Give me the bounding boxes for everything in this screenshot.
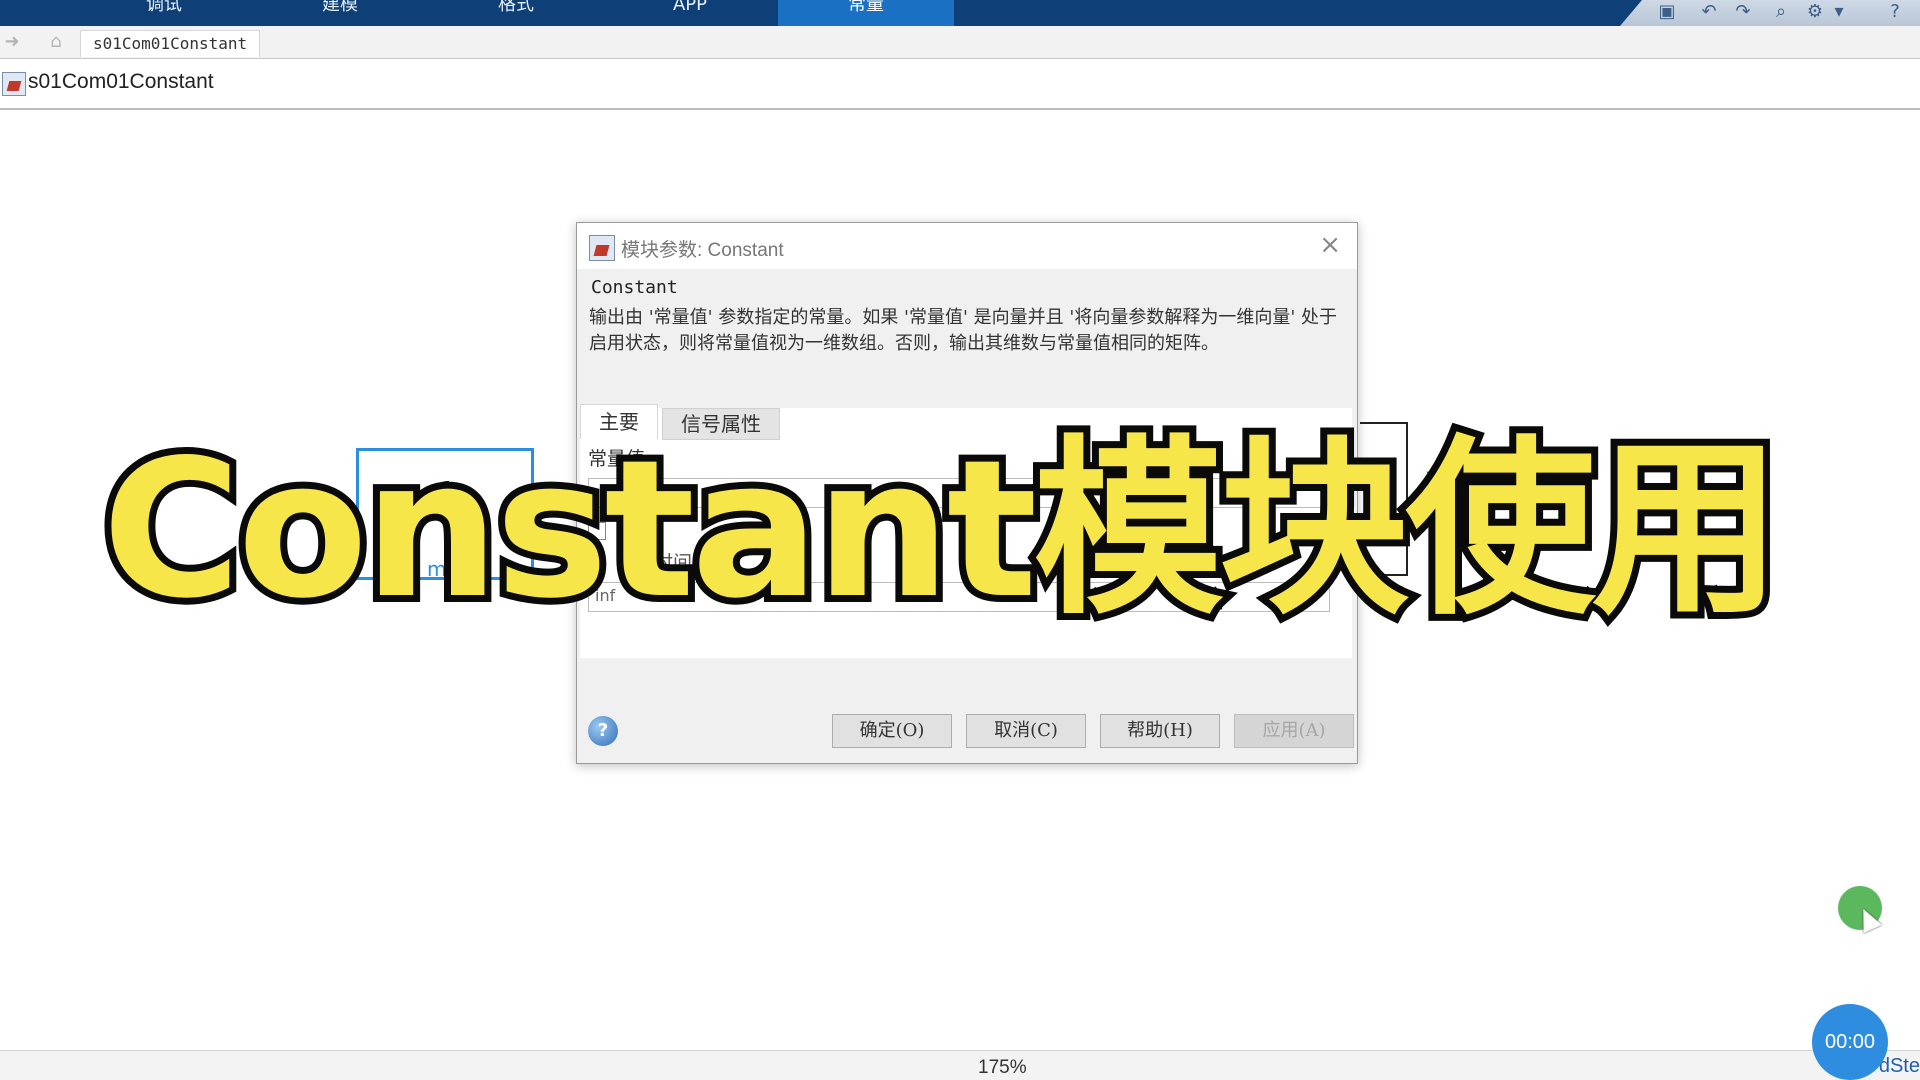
quick-access-toolbar: ▣ ↶ ↷ ⌕ ⚙ ▾ ? <box>1620 0 1920 26</box>
zoom-level[interactable]: 175% <box>978 1057 1027 1079</box>
ribbon: 调试 建模 格式 APP 常量 ▣ ↶ ↷ ⌕ ⚙ ▾ ? <box>0 0 1920 26</box>
status-bar: 175% dSte <box>0 1050 1920 1080</box>
block-icon <box>589 235 615 261</box>
tab-debug[interactable]: 调试 <box>84 0 244 26</box>
block-type-name: Constant <box>591 277 678 298</box>
address-bar: ➜ ⌂ s01Com01Constant <box>0 26 1920 59</box>
model-path-label[interactable]: s01Com01Constant <box>28 70 214 94</box>
settings-icon[interactable]: ⚙ <box>1804 2 1826 22</box>
solver-status[interactable]: dSte <box>1879 1055 1920 1078</box>
tab-format[interactable]: 格式 <box>436 0 596 26</box>
block-description: 输出由 '常量值' 参数指定的常量。如果 '常量值' 是向量并且 '将向量参数解… <box>589 307 1338 354</box>
undo-icon[interactable]: ↶ <box>1698 2 1720 22</box>
model-path-row: s01Com01Constant <box>0 60 1920 110</box>
back-arrow-icon[interactable]: ➜ <box>0 31 24 53</box>
app-root: 调试 建模 格式 APP 常量 ▣ ↶ ↷ ⌕ ⚙ ▾ ? ➜ ⌂ s01Com… <box>0 0 1920 1080</box>
dialog-titlebar[interactable]: 模块参数: Constant × <box>577 223 1357 269</box>
tab-app[interactable]: APP <box>610 0 770 26</box>
tab-modeling[interactable]: 建模 <box>260 0 420 26</box>
dialog-title: 模块参数: Constant <box>621 240 784 261</box>
recording-timer[interactable]: 00:00 <box>1812 1004 1888 1080</box>
tab-constant[interactable]: 常量 <box>778 0 954 26</box>
chevron-down-icon[interactable]: ▾ <box>1828 2 1850 22</box>
close-icon[interactable]: × <box>1319 231 1341 259</box>
up-folder-icon[interactable]: ⌂ <box>44 31 68 53</box>
search-icon[interactable]: ⌕ <box>1770 2 1792 22</box>
save-icon[interactable]: ▣ <box>1656 2 1678 22</box>
model-icon <box>2 72 26 96</box>
breadcrumb-tab[interactable]: s01Com01Constant <box>80 30 261 57</box>
redo-icon[interactable]: ↷ <box>1732 2 1754 22</box>
help-icon[interactable]: ? <box>1884 2 1906 22</box>
video-overlay-title: Constant模块使用 <box>95 412 1788 647</box>
